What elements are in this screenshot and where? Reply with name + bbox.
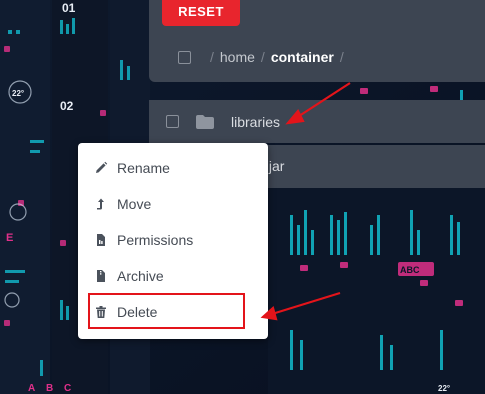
rack-label-01: 01 [62,1,76,15]
breadcrumb-home[interactable]: home [220,49,255,65]
menu-item-permissions[interactable]: Permissions [78,225,268,255]
rack-label-a: A [28,383,35,394]
menu-item-move[interactable]: Move [78,189,268,219]
trash-icon [96,306,106,318]
arrow-up-icon [97,198,104,210]
menu-item-label: Rename [117,160,170,176]
reset-button[interactable]: RESET [162,0,240,26]
pencil-icon [96,161,108,173]
breadcrumb-separator: / [260,49,265,65]
menu-item-label: Archive [117,268,164,284]
menu-item-delete[interactable]: Delete [78,297,268,327]
menu-item-label: Delete [117,304,158,320]
rack-label-e: E [6,232,13,244]
rack-label-b: B [46,383,53,394]
file-archive-icon [97,270,105,282]
row-checkbox[interactable] [166,115,179,128]
rack-label-abc-right: ABC [400,265,420,275]
breadcrumb-separator: / [339,49,344,65]
select-all-checkbox[interactable] [178,51,191,64]
menu-item-rename[interactable]: Rename [78,153,268,183]
menu-item-label: Move [117,196,152,212]
rack-label-22-right: 22° [438,384,450,393]
file-permissions-icon [97,234,105,246]
breadcrumb-container[interactable]: container [271,49,334,65]
file-name-libraries[interactable]: libraries [231,114,280,130]
breadcrumb: / home / container / [210,48,344,66]
folder-icon [196,115,214,129]
breadcrumb-separator: / [210,49,214,65]
menu-item-archive[interactable]: Archive [78,261,268,291]
rack-label-22: 22° [12,89,24,98]
rack-label-02: 02 [60,99,74,113]
rack-label-c: C [64,383,71,394]
menu-item-label: Permissions [117,232,194,248]
context-menu: Rename Move Permissions Archive Delete [78,143,268,339]
